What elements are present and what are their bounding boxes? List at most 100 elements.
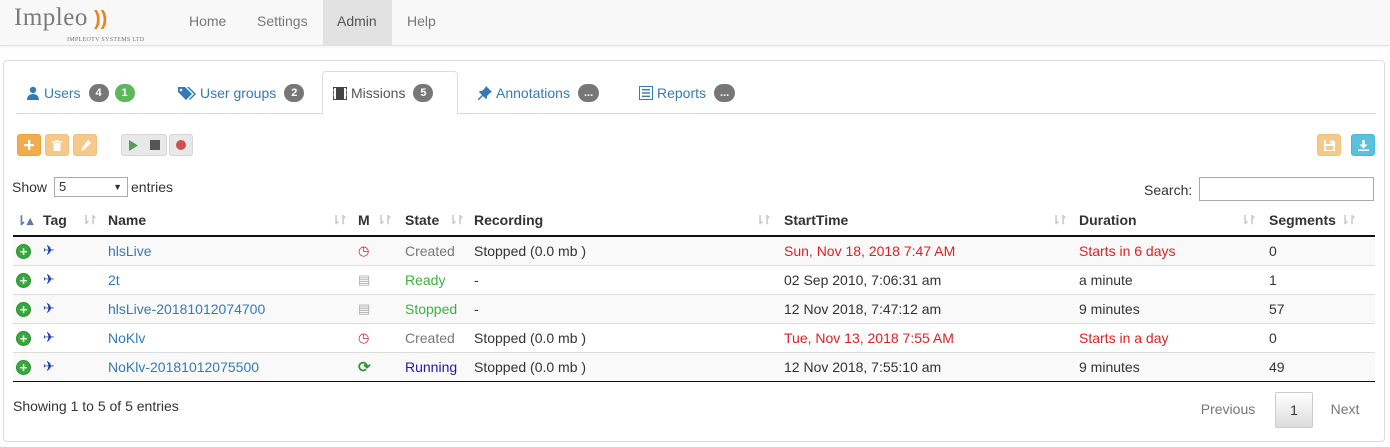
column-header-starttime[interactable]: StartTime ⇂↾ [781,205,1076,237]
mission-recording: Stopped (0.0 mb ) [471,322,781,352]
list-alt-icon [639,85,653,100]
entries-per-page-value: 5 [59,179,67,194]
tab-users-label: Users [44,84,81,101]
sort-icon: ⇂↾ [81,213,98,227]
table-row[interactable]: + ✈ hlsLive ◷ Created Stopped (0.0 mb ) … [13,236,1375,265]
column-header-m-label: M [358,212,370,228]
sort-icon: ⇂↾ [1340,213,1357,227]
mission-recording: Stopped (0.0 mb ) [471,236,781,265]
column-header-segments[interactable]: Segments ⇂↾ [1266,205,1375,237]
expand-row-icon[interactable]: + [16,330,31,346]
tab-annotations[interactable]: Annotations ... [468,71,609,114]
table-header-row: ⇂▴ Tag ⇂↾ Name ⇂↾ M ⇂↾ State ⇂↾ Recording ⇂↾ … [13,205,1375,237]
mission-state: Created [405,329,455,346]
column-header-m[interactable]: M ⇂↾ [355,205,402,237]
table-row[interactable]: + ✈ NoKlv-20181012075500 ⟳ Running Stopp… [13,351,1375,381]
sort-icon: ⇂↾ [755,213,772,227]
mission-start-time: Tue, Nov 13, 2018 7:55 AM [781,322,1076,352]
brand-subtitle: IMPLEOTV SYSTEMS LTD [67,37,145,43]
mission-name-link[interactable]: hlsLive [108,243,152,259]
expand-row-icon[interactable]: + [16,272,31,288]
airplane-icon: ✈ [43,358,55,374]
mission-segments: 57 [1266,293,1375,323]
search-input[interactable] [1199,177,1374,201]
tab-user-groups[interactable]: User groups 2 [168,71,314,114]
expand-row-icon[interactable]: + [16,301,31,317]
sort-icon: ⇂↾ [1051,213,1068,227]
record-icon [176,140,186,150]
brand-mark: )) [94,8,108,30]
tab-missions-label: Missions [351,85,406,101]
mission-state: Running [405,358,458,375]
mission-segments: 1 [1266,264,1375,294]
download-icon [1357,139,1369,151]
pagination-next[interactable]: Next [1320,392,1370,428]
sort-desc-icon: ⇂▴ [16,212,34,228]
table-row[interactable]: + ✈ 2t ▤ Ready - 02 Sep 2010, 7:06:31 am… [13,264,1375,294]
top-navbar: Impleo )) IMPLEOTV SYSTEMS LTD Home Sett… [0,0,1390,46]
nav-settings[interactable]: Settings [242,0,323,46]
play-icon[interactable] [128,139,138,151]
brand-name: Impleo [14,4,88,31]
airplane-icon: ✈ [43,242,55,259]
tab-reports[interactable]: Reports ... [629,71,745,114]
column-header-tag-label: Tag [43,212,67,228]
nav-help[interactable]: Help [392,0,451,46]
record-button[interactable] [169,134,193,156]
pagination-page-1[interactable]: 1 [1275,392,1313,428]
expand-column-header[interactable]: ⇂▴ [13,205,40,237]
expand-row-icon[interactable]: + [16,359,31,375]
missions-table: ⇂▴ Tag ⇂↾ Name ⇂↾ M ⇂↾ State ⇂↾ Recording ⇂↾ … [13,205,1375,382]
nav-admin[interactable]: Admin [323,0,392,46]
nav-home[interactable]: Home [174,0,241,46]
column-header-duration[interactable]: Duration ⇂↾ [1076,205,1266,237]
table-footer-rule [13,380,1375,382]
mission-start-time: Sun, Nov 18, 2018 7:47 AM [781,236,1076,265]
expand-row-icon[interactable]: + [16,243,31,259]
clock-icon: ◷ [358,243,370,259]
missions-badge: 5 [413,84,434,102]
column-header-duration-label: Duration [1079,212,1137,228]
save-button[interactable] [1317,134,1341,156]
sort-icon: ⇂↾ [448,213,465,227]
download-button[interactable] [1351,134,1375,156]
mission-duration: Starts in 6 days [1076,236,1266,265]
tab-missions[interactable]: Missions 5 [322,71,458,115]
tab-annotations-label: Annotations [496,84,570,101]
airplane-icon: ✈ [43,271,55,287]
users-count-badge: 4 [88,83,109,102]
airplane-icon: ✈ [43,329,55,345]
tab-user-groups-label: User groups [200,84,277,101]
edit-mission-button[interactable] [73,134,97,156]
delete-mission-button[interactable] [45,134,69,156]
add-mission-button[interactable] [17,134,41,156]
table-row[interactable]: + ✈ hlsLive-20181012074700 ▤ Stopped - 1… [13,293,1375,323]
mission-start-time: 02 Sep 2010, 7:06:31 am [781,264,1076,294]
column-header-name[interactable]: Name ⇂↾ [105,205,355,237]
column-header-recording-label: Recording [474,212,544,228]
mission-state: Created [405,242,455,259]
mission-recording: - [471,264,781,294]
mission-name-link[interactable]: NoKlv-20181012075500 [108,359,259,375]
entries-label: entries [131,179,174,195]
entries-per-page-select[interactable]: 5 ▼ [54,177,128,197]
sort-icon: ⇂↾ [376,213,393,227]
refresh-icon: ⟳ [358,358,371,376]
mission-start-time: 12 Nov 2018, 7:55:10 am [781,351,1076,381]
pagination-previous[interactable]: Previous [1193,392,1263,428]
column-header-state[interactable]: State ⇂↾ [402,205,471,237]
pencil-icon [80,139,91,151]
table-row[interactable]: + ✈ NoKlv ◷ Created Stopped (0.0 mb ) Tu… [13,322,1375,352]
brand-logo[interactable]: Impleo )) IMPLEOTV SYSTEMS LTD [14,4,164,44]
mission-name-link[interactable]: hlsLive-20181012074700 [108,301,265,317]
mission-state: Stopped [405,300,458,317]
column-header-tag[interactable]: Tag ⇂↾ [40,205,105,237]
tab-reports-label: Reports [657,84,707,101]
show-label: Show [12,179,48,195]
mission-name-link[interactable]: NoKlv [108,330,145,346]
mission-name-link[interactable]: 2t [108,272,120,288]
annotations-badge: ... [577,83,600,102]
stop-icon[interactable] [150,140,160,150]
column-header-recording[interactable]: Recording ⇂↾ [471,205,781,237]
tab-users[interactable]: Users 4 1 [16,71,145,114]
